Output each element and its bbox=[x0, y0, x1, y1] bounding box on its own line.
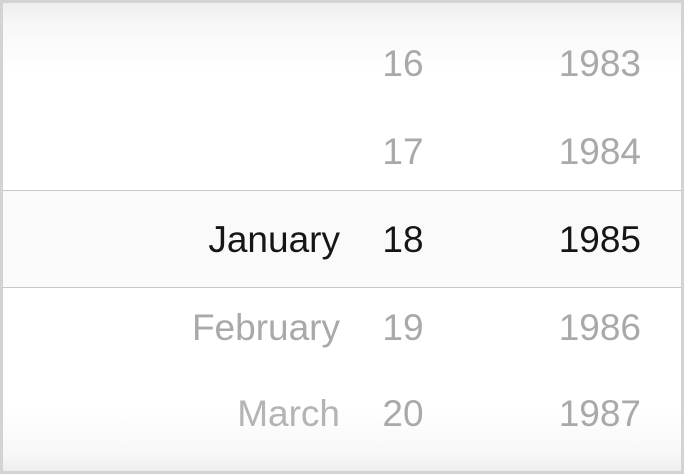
year-wheel[interactable]: 1983 1984 1985 1986 1987 bbox=[473, 3, 641, 471]
year-option-1985[interactable]: 1985 bbox=[559, 210, 641, 270]
year-option-1986[interactable]: 1986 bbox=[559, 298, 641, 358]
date-picker[interactable]: January February March 16 17 18 19 20 19… bbox=[0, 0, 684, 474]
day-option-19[interactable]: 19 bbox=[363, 298, 443, 358]
day-option-16[interactable]: 16 bbox=[363, 34, 443, 94]
year-option-1984[interactable]: 1984 bbox=[559, 122, 641, 182]
day-option-17[interactable]: 17 bbox=[363, 122, 443, 182]
month-option-february[interactable]: February bbox=[192, 298, 340, 358]
month-option-january[interactable]: January bbox=[208, 210, 340, 270]
year-option-1983[interactable]: 1983 bbox=[559, 34, 641, 94]
day-wheel[interactable]: 16 17 18 19 20 bbox=[363, 3, 443, 471]
day-option-18[interactable]: 18 bbox=[363, 210, 443, 270]
month-option-march[interactable]: March bbox=[237, 384, 340, 444]
year-option-1987[interactable]: 1987 bbox=[559, 384, 641, 444]
day-option-20[interactable]: 20 bbox=[363, 384, 443, 444]
month-wheel[interactable]: January February March bbox=[3, 3, 343, 471]
